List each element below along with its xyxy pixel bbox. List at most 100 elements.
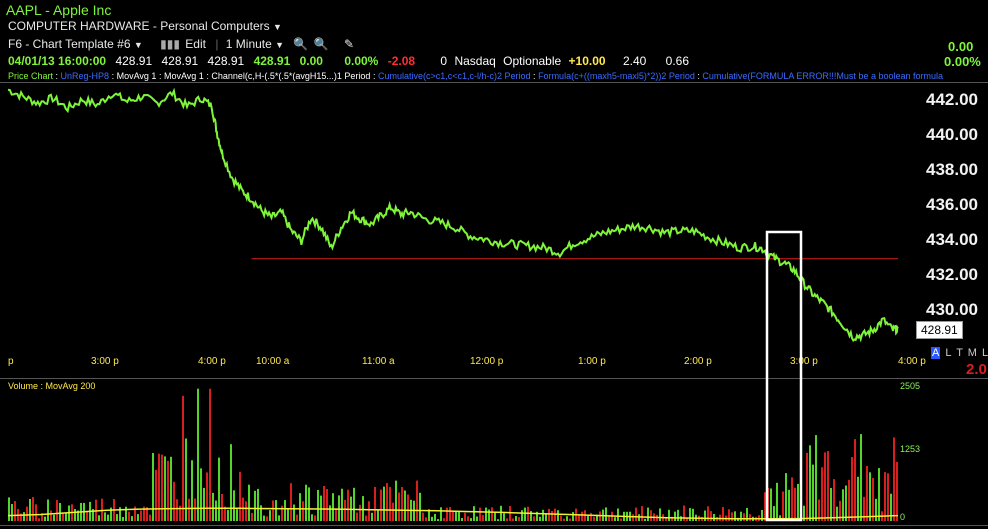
volume-bar [740,511,742,521]
volume-bar [500,505,502,521]
volume-bar [44,516,46,521]
volume-bar [365,515,367,521]
volume-bar [353,487,355,521]
volume-bar [11,504,13,521]
volume-bar [560,515,562,521]
price-series-line [7,87,899,343]
volume-bar [467,516,469,521]
volume-bar [851,457,853,521]
volume-bar [497,519,499,521]
volume-bar [644,518,646,521]
volume-bar [242,497,244,521]
volume-bar [563,518,565,521]
volume-bar [713,514,715,521]
volume-bar [854,439,856,521]
volume-bar [710,511,712,521]
volume-bar [857,476,859,521]
volume-bar [269,510,271,521]
volume-bar [806,452,808,521]
volume-bar [287,508,289,521]
volume-bar [161,454,163,521]
volume-bar [548,508,550,521]
volume-bar [173,481,175,521]
volume-bar [35,504,37,521]
volume-bar [248,484,250,521]
volume-bar [542,509,544,521]
volume-bar [206,472,208,521]
volume-bar [446,507,448,521]
volume-bar [593,516,595,521]
volume-bar [200,468,202,521]
volume-bar [866,465,868,521]
volume-bar [56,500,58,521]
volume-bar [470,518,472,521]
volume-bar [896,461,898,521]
volume-bar [38,518,40,521]
volume-bar [305,484,307,521]
volume-bar [845,485,847,521]
volume-bar [776,482,778,521]
volume-bar [74,509,76,521]
volume-bar [284,500,286,521]
volume-bar [335,508,337,521]
volume-bar [515,516,517,521]
volume-bar [692,508,694,521]
volume-bar [641,506,643,521]
volume-bar [314,515,316,521]
volume-bar [227,509,229,521]
volume-bar [140,510,142,521]
volume-bar [749,514,751,521]
volume-bar [887,473,889,521]
volume-bar [194,498,196,521]
volume-bar [209,388,211,521]
volume-bar [545,514,547,521]
volume-bar [572,512,574,521]
volume-bar [395,480,397,521]
volume-bar [587,515,589,521]
volume-bar [809,445,811,521]
volume-bar [299,493,301,521]
volume-bar [65,512,67,521]
volume-bar [137,514,139,521]
volume-bar [47,499,49,521]
volume-bar [377,510,379,521]
volume-bar [875,498,877,521]
volume-bar [569,518,571,521]
volume-bar [371,512,373,521]
volume-bar [512,518,514,521]
volume-bar [233,490,235,521]
volume-bar [533,516,535,521]
volume-bar [782,491,784,521]
volume-bar [380,489,382,521]
volume-bar [524,507,526,521]
volume-bar [14,501,16,521]
volume-bar [770,488,772,521]
volume-bar [296,514,298,521]
volume-bar [785,473,787,521]
volume-bar [509,506,511,521]
volume-bar [341,488,343,521]
chart-canvas[interactable] [0,0,988,529]
volume-bar [59,503,61,521]
volume-bar [107,514,109,521]
volume-bar [452,511,454,521]
volume-bar [668,509,670,521]
volume-bar [257,488,259,521]
volume-bar [182,395,184,521]
volume-bar [518,517,520,521]
volume-bar [215,500,217,521]
volume-bar [650,510,652,521]
volume-bar [743,513,745,521]
volume-bar [647,507,649,521]
volume-bar [620,518,622,521]
volume-bar [122,517,124,521]
volume-bar [674,511,676,521]
volume-bar [8,497,10,521]
volume-bar [788,489,790,521]
volume-bar [632,514,634,521]
volume-bar [860,434,862,521]
volume-bar [824,452,826,521]
volume-bar [188,498,190,521]
volume-bar [272,500,274,521]
volume-bar [425,517,427,521]
